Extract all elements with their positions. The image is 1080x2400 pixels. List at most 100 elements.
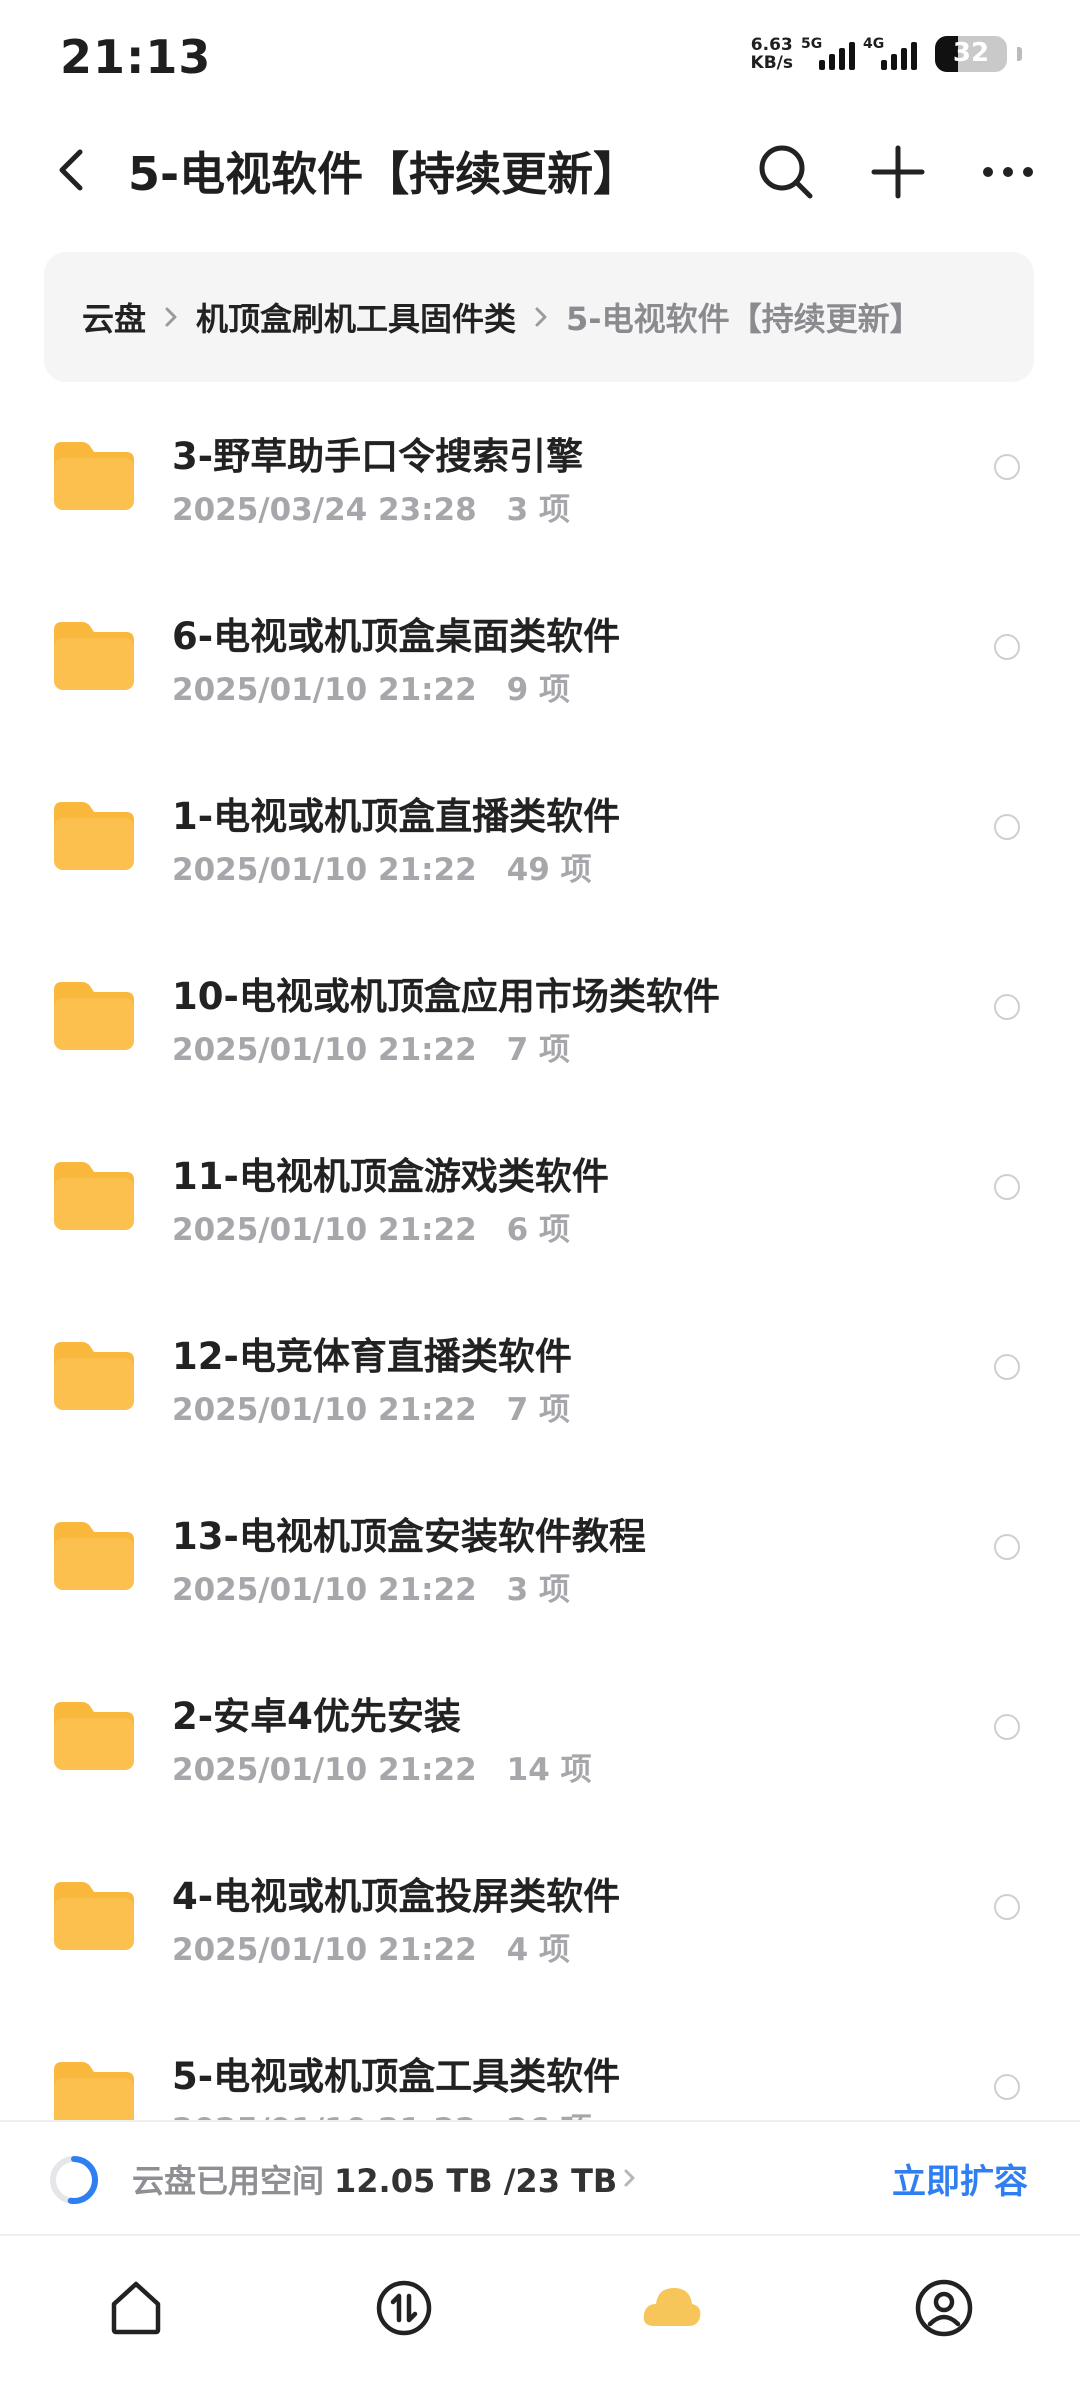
folder-icon	[54, 1522, 134, 1590]
battery-icon: 32	[935, 36, 1007, 72]
folder-icon	[54, 442, 134, 510]
bottom-nav	[0, 2236, 1080, 2400]
home-icon[interactable]	[104, 2276, 168, 2340]
folder-row[interactable]: 13-电视机顶盒安装软件教程 2025/01/10 21:22 3 项	[0, 1480, 1080, 1660]
signal-4g-icon: 4G	[863, 36, 917, 70]
status-time: 21:13	[60, 30, 212, 84]
cloud-icon[interactable]	[640, 2276, 704, 2340]
back-icon[interactable]	[46, 142, 102, 198]
folder-meta: 2025/01/10 21:22 6 项	[172, 1204, 570, 1249]
folder-date: 2025/03/24 23:28	[172, 492, 477, 528]
breadcrumb: 云盘 机顶盒刷机工具固件类 5-电视软件【持续更新】	[44, 252, 1034, 382]
battery-tip	[1017, 47, 1022, 61]
chevron-right-icon	[165, 307, 177, 327]
folder-row[interactable]: 6-电视或机顶盒桌面类软件 2025/01/10 21:22 9 项	[0, 580, 1080, 760]
select-radio[interactable]	[994, 2074, 1020, 2100]
page-title: 5-电视软件【持续更新】	[128, 147, 640, 201]
folder-date: 2025/01/10 21:22	[172, 672, 477, 708]
folder-row[interactable]: 12-电竞体育直播类软件 2025/01/10 21:22 7 项	[0, 1300, 1080, 1480]
network-speed-unit: KB/s	[750, 53, 793, 73]
folder-date: 2025/01/10 21:22	[172, 852, 477, 888]
select-radio[interactable]	[994, 454, 1020, 480]
folder-row[interactable]: 11-电视机顶盒游戏类软件 2025/01/10 21:22 6 项	[0, 1120, 1080, 1300]
folder-row[interactable]: 3-野草助手口令搜索引擎 2025/03/24 23:28 3 项	[0, 400, 1080, 580]
folder-meta: 2025/01/10 21:22 7 项	[172, 1384, 570, 1429]
select-radio[interactable]	[994, 1354, 1020, 1380]
chevron-right-icon	[624, 2169, 635, 2187]
header-bar: 5-电视软件【持续更新】	[0, 120, 1080, 220]
transfer-icon[interactable]	[372, 2276, 436, 2340]
plus-icon[interactable]	[868, 142, 928, 202]
folder-meta: 2025/01/10 21:22 26 项	[172, 2104, 592, 2120]
folder-date: 2025/01/10 21:22	[172, 2112, 477, 2120]
storage-value: 12.05 TB /23 TB	[334, 2162, 618, 2200]
select-radio[interactable]	[994, 1174, 1020, 1200]
expand-storage-button[interactable]: 立即扩容	[892, 2154, 1028, 2203]
select-radio[interactable]	[994, 1534, 1020, 1560]
profile-icon[interactable]	[912, 2276, 976, 2340]
file-list: 3-野草助手口令搜索引擎 2025/03/24 23:28 3 项 6-电视或机顶盒桌…	[0, 400, 1080, 2120]
folder-date: 2025/01/10 21:22	[172, 1392, 477, 1428]
folder-name: 6-电视或机顶盒桌面类软件	[172, 615, 621, 658]
folder-row[interactable]: 10-电视或机顶盒应用市场类软件 2025/01/10 21:22 7 项	[0, 940, 1080, 1120]
folder-item-count: 14 项	[506, 1752, 592, 1788]
folder-name: 2-安卓4优先安装	[172, 1695, 461, 1738]
battery-level: 32	[952, 38, 990, 68]
folder-row[interactable]: 4-电视或机顶盒投屏类软件 2025/01/10 21:22 4 项	[0, 1840, 1080, 2020]
folder-item-count: 7 项	[506, 1032, 571, 1068]
select-radio[interactable]	[994, 1714, 1020, 1740]
select-radio[interactable]	[994, 994, 1020, 1020]
folder-meta: 2025/01/10 21:22 7 项	[172, 1024, 570, 1069]
folder-meta: 2025/01/10 21:22 14 项	[172, 1744, 592, 1789]
folder-icon	[54, 1342, 134, 1410]
network-speed-value: 6.63	[750, 35, 793, 55]
folder-item-count: 26 项	[507, 2112, 592, 2120]
folder-icon	[54, 622, 134, 690]
folder-name: 10-电视或机顶盒应用市场类软件	[172, 975, 720, 1018]
folder-icon	[54, 2062, 134, 2120]
chevron-right-icon	[535, 307, 547, 327]
select-radio[interactable]	[994, 1894, 1020, 1920]
folder-item-count: 7 项	[506, 1392, 571, 1428]
folder-name: 12-电竞体育直播类软件	[172, 1335, 572, 1378]
storage-bar[interactable]: 云盘已用空间 12.05 TB /23 TB 立即扩容	[0, 2120, 1080, 2236]
breadcrumb-current: 5-电视软件【持续更新】	[566, 300, 922, 338]
select-radio[interactable]	[994, 634, 1020, 660]
folder-icon	[54, 1162, 134, 1230]
folder-name: 11-电视机顶盒游戏类软件	[172, 1155, 609, 1198]
network-type-2: 4G	[863, 36, 885, 52]
folder-icon	[54, 1702, 134, 1770]
folder-meta: 2025/01/10 21:22 9 项	[172, 664, 570, 709]
folder-row[interactable]: 1-电视或机顶盒直播类软件 2025/01/10 21:22 49 项	[0, 760, 1080, 940]
breadcrumb-parent[interactable]: 机顶盒刷机工具固件类	[196, 294, 516, 340]
folder-date: 2025/01/10 21:22	[172, 1032, 477, 1068]
folder-meta: 2025/01/10 21:22 3 项	[172, 1564, 570, 1609]
folder-item-count: 3 项	[506, 492, 571, 528]
folder-date: 2025/01/10 21:22	[172, 1752, 477, 1788]
folder-icon	[54, 802, 134, 870]
folder-item-count: 9 项	[506, 672, 571, 708]
folder-meta: 2025/01/10 21:22 4 项	[172, 1924, 570, 1969]
folder-row[interactable]: 5-电视或机顶盒工具类软件 2025/01/10 21:22 26 项	[0, 2020, 1080, 2120]
folder-name: 4-电视或机顶盒投屏类软件	[172, 1875, 621, 1918]
storage-usage-ring-icon	[50, 2156, 98, 2204]
folder-name: 1-电视或机顶盒直播类软件	[172, 795, 621, 838]
storage-label: 云盘已用空间 12.05 TB /23 TB	[132, 2156, 617, 2202]
folder-item-count: 4 项	[506, 1932, 571, 1968]
more-icon[interactable]	[978, 142, 1038, 202]
breadcrumb-root[interactable]: 云盘	[82, 294, 146, 340]
folder-row[interactable]: 2-安卓4优先安装 2025/01/10 21:22 14 项	[0, 1660, 1080, 1840]
folder-name: 5-电视或机顶盒工具类软件	[172, 2055, 621, 2098]
folder-item-count: 6 项	[506, 1212, 571, 1248]
folder-icon	[54, 982, 134, 1050]
folder-meta: 2025/01/10 21:22 49 项	[172, 844, 592, 889]
folder-icon	[54, 1882, 134, 1950]
folder-item-count: 49 项	[506, 852, 592, 888]
select-radio[interactable]	[994, 814, 1020, 840]
folder-meta: 2025/03/24 23:28 3 项	[172, 484, 570, 529]
folder-date: 2025/01/10 21:22	[172, 1932, 477, 1968]
network-speed: 6.63 KB/s	[751, 36, 793, 72]
network-type-1: 5G	[801, 36, 823, 52]
search-icon[interactable]	[756, 142, 816, 202]
status-indicators: 6.63 KB/s 5G 4G 32	[751, 36, 1022, 72]
